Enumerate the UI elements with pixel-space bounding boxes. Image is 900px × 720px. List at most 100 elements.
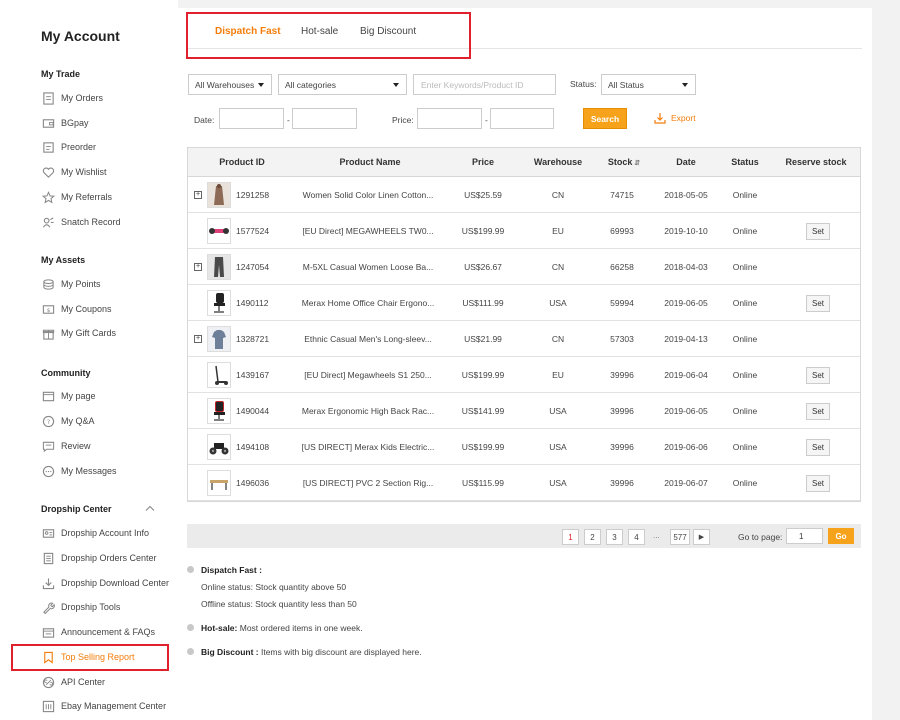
sidebar-item-label: My Points [61, 279, 101, 289]
sidebar-item-bgpay[interactable]: BGpay [40, 113, 175, 133]
page-2[interactable]: 2 [584, 529, 601, 545]
search-button[interactable]: Search [583, 108, 627, 129]
sidebar-item-announcement-faqs[interactable]: Announcement & FAQs [40, 622, 175, 642]
note-dispatch-title: Dispatch Fast : [201, 565, 262, 575]
cell-warehouse: CN [551, 262, 565, 272]
product-thumbnail[interactable] [207, 182, 231, 208]
warehouse-select[interactable]: All Warehouses [188, 74, 272, 95]
sidebar-item-preorder[interactable]: Preorder [40, 137, 175, 157]
set-reserve-button[interactable]: Set [806, 295, 830, 312]
export-button[interactable]: Export [654, 112, 696, 124]
cell-status: Online [732, 190, 758, 200]
goto-page-input[interactable]: 1 [786, 528, 823, 544]
expand-row-icon[interactable]: + [194, 191, 202, 199]
product-thumbnail[interactable] [207, 470, 231, 496]
sidebar-item-my-coupons[interactable]: $ My Coupons [40, 299, 175, 319]
sidebar-item-my-referrals[interactable]: My Referrals [40, 187, 175, 207]
cell-name[interactable]: [EU Direct] MEGAWHEELS TW0... [298, 226, 438, 236]
page-last[interactable]: 577 [670, 529, 690, 545]
set-reserve-button[interactable]: Set [806, 223, 830, 240]
set-reserve-button[interactable]: Set [806, 367, 830, 384]
sidebar-item-dropship-download-center[interactable]: Dropship Download Center [40, 573, 175, 593]
go-button[interactable]: Go [828, 528, 854, 544]
set-reserve-button[interactable]: Set [806, 475, 830, 492]
set-reserve-button[interactable]: Set [806, 403, 830, 420]
sidebar-item-review[interactable]: Review [40, 436, 175, 456]
expand-row-icon[interactable]: + [194, 263, 202, 271]
cell-stock: 39996 [610, 406, 634, 416]
cell-name[interactable]: Ethnic Casual Men's Long-sleev... [298, 334, 438, 344]
sidebar-item-dropship-account-info[interactable]: Dropship Account Info [40, 523, 175, 543]
gift-icon [40, 326, 56, 340]
cell-id: 1496036 [236, 478, 270, 488]
table-row: 1490044 Merax Ergonomic High Back Rac... U… [188, 393, 860, 429]
id-card-icon [40, 526, 56, 540]
cell-name[interactable]: [US DIRECT] Merax Kids Electric... [298, 442, 438, 452]
set-reserve-button[interactable]: Set [806, 439, 830, 456]
heart-icon [40, 165, 56, 179]
page-4[interactable]: 4 [628, 529, 645, 545]
table-row: 1577524 [EU Direct] MEGAWHEELS TW0... US$1… [188, 213, 860, 249]
sort-icon: ⇵ [632, 160, 641, 167]
sidebar-item-dropship-orders-center[interactable]: Dropship Orders Center [40, 548, 175, 568]
price-max-input[interactable] [490, 108, 554, 129]
cell-name[interactable]: Merax Home Office Chair Ergono... [298, 298, 438, 308]
col-status: Status [731, 157, 759, 167]
date-from-input[interactable] [219, 108, 284, 129]
cell-stock: 74715 [610, 190, 634, 200]
next-page-button[interactable]: ▶ [693, 529, 710, 545]
cell-warehouse: USA [549, 298, 567, 308]
sidebar-item-dropship-tools[interactable]: Dropship Tools [40, 597, 175, 617]
col-product-name: Product Name [339, 157, 401, 167]
product-thumbnail[interactable] [207, 290, 231, 316]
sidebar-item-label: My Coupons [61, 304, 112, 314]
category-select[interactable]: All categories [278, 74, 407, 95]
highlight-box-tabs [186, 12, 471, 59]
sidebar-item-my-wishlist[interactable]: My Wishlist [40, 162, 175, 182]
cell-status: Online [732, 442, 758, 452]
cell-name[interactable]: Merax Ergonomic High Back Rac... [298, 406, 438, 416]
page-1[interactable]: 1 [562, 529, 579, 545]
sidebar-item-label: My page [61, 391, 96, 401]
cell-name[interactable]: [EU Direct] Megawheels S1 250... [298, 370, 438, 380]
product-thumbnail[interactable] [207, 218, 231, 244]
keyword-input[interactable]: Enter Keywords/Product ID [413, 74, 556, 95]
cell-id: 1439167 [236, 370, 270, 380]
product-thumbnail[interactable] [207, 254, 231, 280]
product-thumbnail[interactable] [207, 362, 231, 388]
cell-id: 1328721 [236, 334, 270, 344]
col-price: Price [471, 157, 495, 167]
cell-name[interactable]: [US DIRECT] PVC 2 Section Rig... [298, 478, 438, 488]
sidebar-item-my-page[interactable]: My page [40, 386, 175, 406]
sidebar-item-ebay-management-center[interactable]: Ebay Management Center [40, 696, 175, 716]
product-thumbnail[interactable] [207, 326, 231, 352]
cell-name[interactable]: Women Solid Color Linen Cotton... [298, 190, 438, 200]
chevron-up-icon[interactable] [145, 504, 155, 512]
status-select[interactable]: All Status [601, 74, 696, 95]
page-3[interactable]: 3 [606, 529, 623, 545]
product-thumbnail[interactable] [207, 434, 231, 460]
date-to-input[interactable] [292, 108, 357, 129]
sidebar-item-my-gift-cards[interactable]: My Gift Cards [40, 323, 175, 343]
cell-stock: 59994 [610, 298, 634, 308]
sidebar-item-my-messages[interactable]: My Messages [40, 461, 175, 481]
note-hot-sale: Hot-sale: Most ordered items in one week… [201, 623, 363, 633]
sidebar-item-label: Dropship Account Info [61, 528, 150, 538]
expand-row-icon[interactable]: + [194, 335, 202, 343]
sidebar-item-my-qa[interactable]: ? My Q&A [40, 411, 175, 431]
sidebar-item-snatch-record[interactable]: Snatch Record [40, 212, 175, 232]
sidebar-item-label: My Wishlist [61, 167, 107, 177]
sidebar-item-api-center[interactable]: API Center [40, 672, 175, 692]
cell-price: US$25.59 [464, 190, 502, 200]
cell-stock: 69993 [610, 226, 634, 236]
cell-price: US$111.99 [462, 298, 504, 308]
sidebar-item-my-points[interactable]: My Points [40, 274, 175, 294]
cell-name[interactable]: M-5XL Casual Women Loose Ba... [298, 262, 438, 272]
product-thumbnail[interactable] [207, 398, 231, 424]
sidebar-item-my-orders[interactable]: My Orders [40, 88, 175, 108]
bullet-icon [187, 624, 194, 631]
price-min-input[interactable] [417, 108, 482, 129]
col-stock[interactable]: Stock ⇵ [600, 157, 648, 167]
cell-status: Online [732, 370, 758, 380]
caret-down-icon [682, 83, 688, 87]
